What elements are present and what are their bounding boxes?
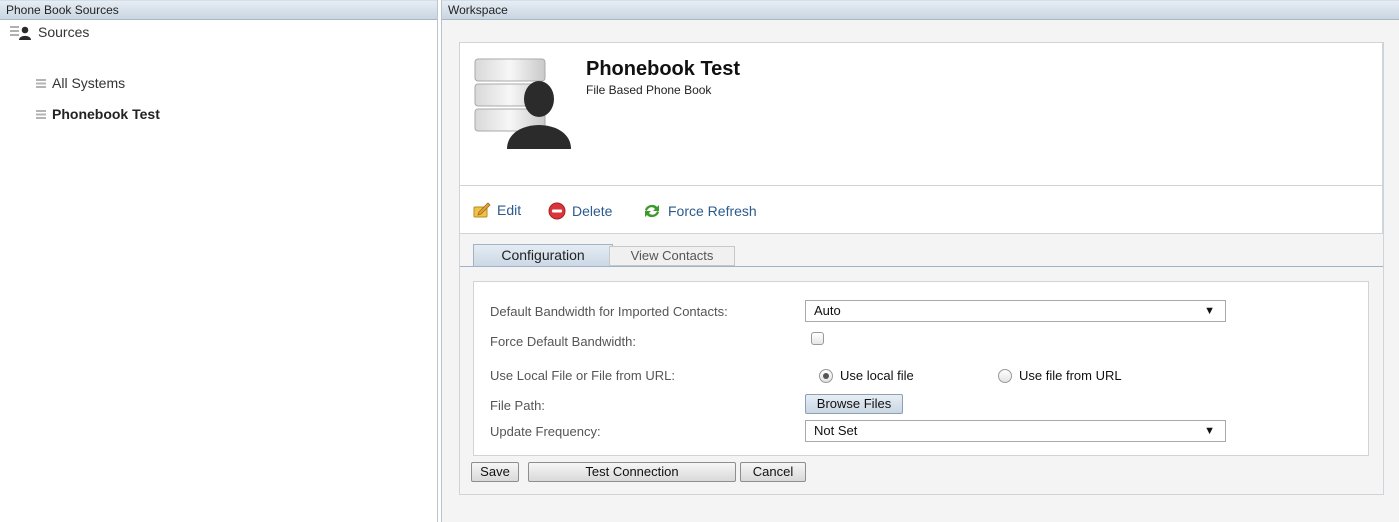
phonebook-user-icon [471,55,581,150]
file-source-label: Use Local File or File from URL: [490,368,675,383]
dropdown-arrow-icon: ▼ [1204,425,1215,437]
test-connection-button[interactable]: Test Connection [528,462,736,482]
delete-button[interactable]: Delete [548,202,612,220]
tree-item-all-systems-label: All Systems [52,75,126,91]
phone-book-sources-header: Phone Book Sources [0,0,437,20]
edit-icon [473,202,491,218]
update-frequency-select[interactable]: Not Set ▼ [805,420,1226,442]
delete-icon [548,202,566,220]
default-bandwidth-label: Default Bandwidth for Imported Contacts: [490,304,728,319]
use-local-file-radio[interactable] [819,369,833,383]
default-bandwidth-value: Auto [814,303,841,318]
force-refresh-button[interactable]: Force Refresh [642,202,757,220]
force-default-bandwidth-checkbox[interactable] [811,332,824,345]
tree-item-sources[interactable]: Sources [10,24,89,40]
action-bar: Edit Delete Force Refresh [459,185,1383,234]
phonebook-summary-card: Phonebook Test File Based Phone Book [459,42,1383,198]
dropdown-arrow-icon: ▼ [1204,305,1215,317]
force-refresh-label: Force Refresh [668,203,757,219]
tree-item-all-systems[interactable]: All Systems [36,75,125,91]
update-frequency-value: Not Set [814,423,858,438]
workspace-header: Workspace [442,0,1399,20]
page-title: Phonebook Test [586,58,741,80]
force-default-bandwidth-label: Force Default Bandwidth: [490,334,636,349]
file-path-label: File Path: [490,398,545,413]
sources-icon [10,24,32,40]
edit-button[interactable]: Edit [473,202,521,218]
cancel-button[interactable]: Cancel [740,462,806,482]
edit-label: Edit [497,202,522,218]
use-local-file-label[interactable]: Use local file [840,368,914,383]
list-icon [36,109,46,119]
use-file-from-url-radio[interactable] [998,369,1012,383]
tab-configuration[interactable]: Configuration [473,244,613,266]
update-frequency-label: Update Frequency: [490,424,601,439]
use-file-from-url-label[interactable]: Use file from URL [1019,368,1122,383]
workspace-panel: Workspace Phonebook Test File Based Phon… [441,0,1399,522]
delete-label: Delete [572,203,613,219]
browse-files-button[interactable]: Browse Files [805,394,903,414]
save-button[interactable]: Save [471,462,519,482]
default-bandwidth-select[interactable]: Auto ▼ [805,300,1226,322]
tree-item-phonebook-test-label: Phonebook Test [52,106,160,122]
tree-item-phonebook-test[interactable]: Phonebook Test [36,106,160,122]
refresh-icon [642,202,662,220]
list-icon [36,78,46,88]
configuration-form: Default Bandwidth for Imported Contacts:… [473,281,1369,456]
page-subtitle: File Based Phone Book [586,83,712,97]
tree-item-sources-label: Sources [38,24,90,40]
tab-divider [459,266,1383,267]
tab-view-contacts[interactable]: View Contacts [609,246,735,266]
phone-book-sources-panel: Phone Book Sources Sources All Systems P… [0,0,438,522]
